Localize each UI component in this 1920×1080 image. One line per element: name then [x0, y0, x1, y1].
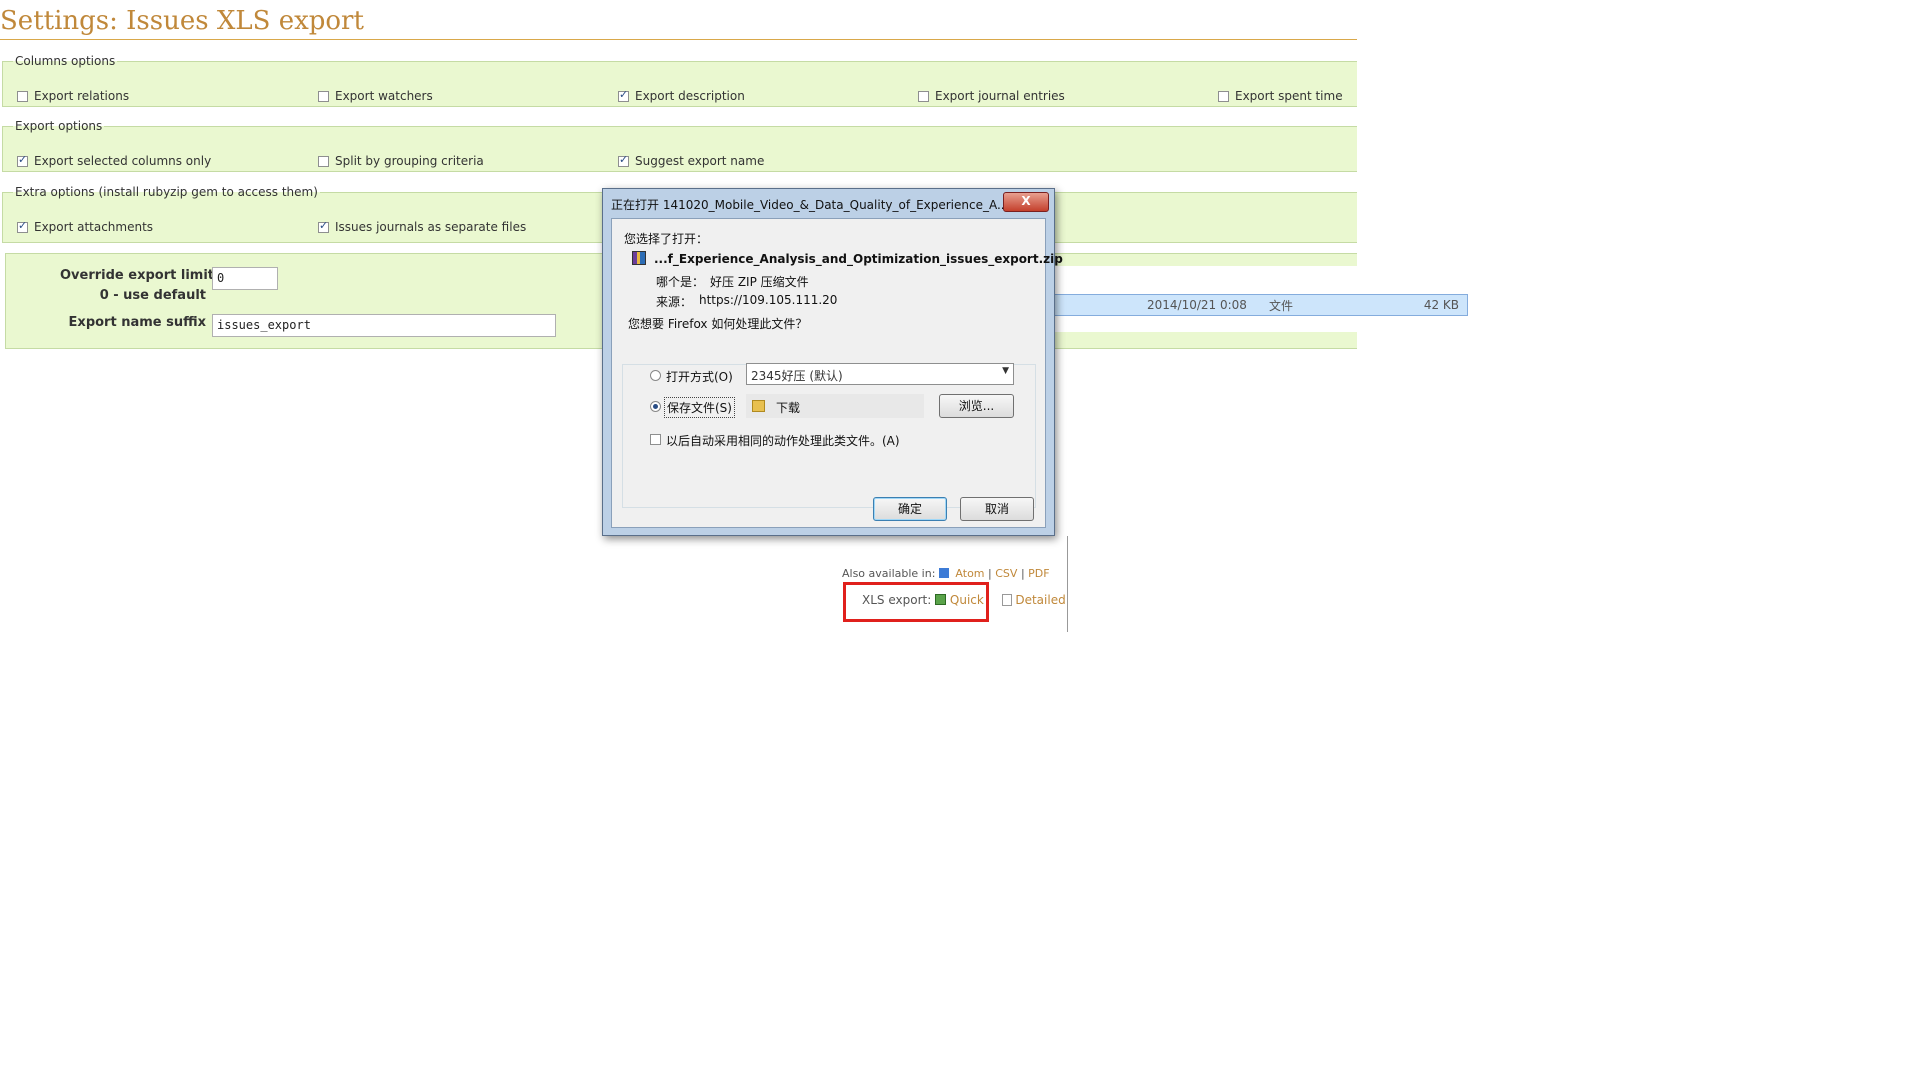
file-date: 2014/10/21 0:08: [1147, 298, 1247, 312]
dialog-file-name: ...f_Experience_Analysis_and_Optimizatio…: [654, 252, 1063, 266]
save-folder-name: 下载: [776, 401, 801, 415]
override-limit-input[interactable]: 0: [212, 267, 278, 290]
export-watchers-option[interactable]: Export watchers: [318, 89, 433, 103]
dialog-content: 您选择了打开： ...f_Experience_Analysis_and_Opt…: [611, 218, 1063, 528]
export-journal-entries-option[interactable]: Export journal entries: [918, 89, 1065, 103]
dialog-close-button[interactable]: X: [1003, 192, 1049, 212]
split-grouping-option[interactable]: Split by grouping criteria: [318, 154, 484, 168]
csv-link[interactable]: CSV: [995, 567, 1017, 580]
page-border-line: [1067, 536, 1068, 632]
export-suffix-input[interactable]: issues_export: [212, 314, 556, 337]
export-selected-columns-checkbox[interactable]: [17, 153, 28, 167]
export-description-option[interactable]: Export description: [618, 88, 745, 103]
export-relations-option[interactable]: Export relations: [17, 89, 129, 103]
extra-options-legend: Extra options (install rubyzip gem to ac…: [15, 185, 318, 199]
auto-action-checkbox[interactable]: [650, 434, 661, 445]
dialog-title: 正在打开 141020_Mobile_Video_&_Data_Quality_…: [611, 198, 1009, 212]
export-relations-checkbox[interactable]: [17, 90, 28, 102]
auto-action-label[interactable]: 以后自动采用相同的动作处理此类文件。(A): [666, 432, 900, 449]
export-attachments-option[interactable]: Export attachments: [17, 219, 153, 234]
export-spent-time-checkbox[interactable]: [1218, 90, 1229, 102]
journals-separate-files-checkbox[interactable]: [318, 219, 329, 233]
highlight-box: [843, 582, 989, 622]
save-folder-field: [746, 394, 924, 418]
source-value: https://109.105.111.20: [699, 293, 838, 307]
folder-icon: [752, 400, 765, 412]
columns-options-legend: Columns options: [15, 54, 116, 68]
open-with-label[interactable]: 打开方式(O): [666, 368, 733, 385]
override-limit-label: Override export limit: [60, 268, 214, 283]
page-title: Settings: Issues XLS export: [0, 6, 364, 36]
zip-file-icon: [632, 251, 646, 265]
export-suffix-label: Export name suffix: [68, 315, 206, 330]
firefox-open-dialog: 正在打开 141020_Mobile_Video_&_Data_Quality_…: [602, 188, 1063, 536]
save-file-radio[interactable]: [650, 401, 661, 412]
export-spent-time-option[interactable]: Export spent time: [1218, 89, 1343, 103]
which-is-value: 好压 ZIP 压缩文件: [710, 275, 809, 289]
export-description-checkbox[interactable]: [618, 88, 629, 102]
export-journal-entries-checkbox[interactable]: [918, 90, 929, 102]
export-watchers-checkbox[interactable]: [318, 90, 329, 102]
open-with-radio[interactable]: [650, 370, 661, 381]
split-grouping-checkbox[interactable]: [318, 155, 329, 167]
export-options-legend: Export options: [15, 119, 103, 133]
which-is-label: 哪个是：: [656, 275, 705, 289]
source-label: 来源：: [656, 295, 693, 309]
open-with-select[interactable]: 2345好压 (默认) ▼: [746, 363, 1014, 385]
chevron-down-icon: ▼: [1002, 366, 1009, 376]
suggest-export-name-option[interactable]: Suggest export name: [618, 153, 764, 168]
ok-button[interactable]: 确定: [873, 497, 947, 521]
export-selected-columns-option[interactable]: Export selected columns only: [17, 153, 211, 168]
save-file-label[interactable]: 保存文件(S): [664, 397, 735, 418]
suggest-export-name-checkbox[interactable]: [618, 153, 629, 167]
file-type: 文件: [1269, 298, 1294, 313]
file-size: 42 KB: [1423, 298, 1459, 312]
browse-button[interactable]: 浏览...: [939, 394, 1014, 418]
export-attachments-checkbox[interactable]: [17, 219, 28, 233]
atom-feed-icon: [938, 568, 949, 578]
atom-link[interactable]: Atom: [955, 567, 984, 580]
cancel-button[interactable]: 取消: [960, 497, 1034, 521]
pdf-link[interactable]: PDF: [1028, 567, 1049, 580]
journals-separate-files-option[interactable]: Issues journals as separate files: [318, 219, 526, 234]
you-chose-text: 您选择了打开：: [624, 232, 709, 246]
xls-detailed-link[interactable]: Detailed: [1015, 593, 1065, 607]
also-available-bar: Also available in: Atom | CSV | PDF: [842, 567, 1050, 580]
override-limit-hint: 0 - use default: [99, 288, 206, 303]
handle-question: 您想要 Firefox 如何处理此文件？: [628, 317, 808, 331]
document-icon: [1001, 594, 1012, 606]
title-divider: [0, 39, 1357, 40]
